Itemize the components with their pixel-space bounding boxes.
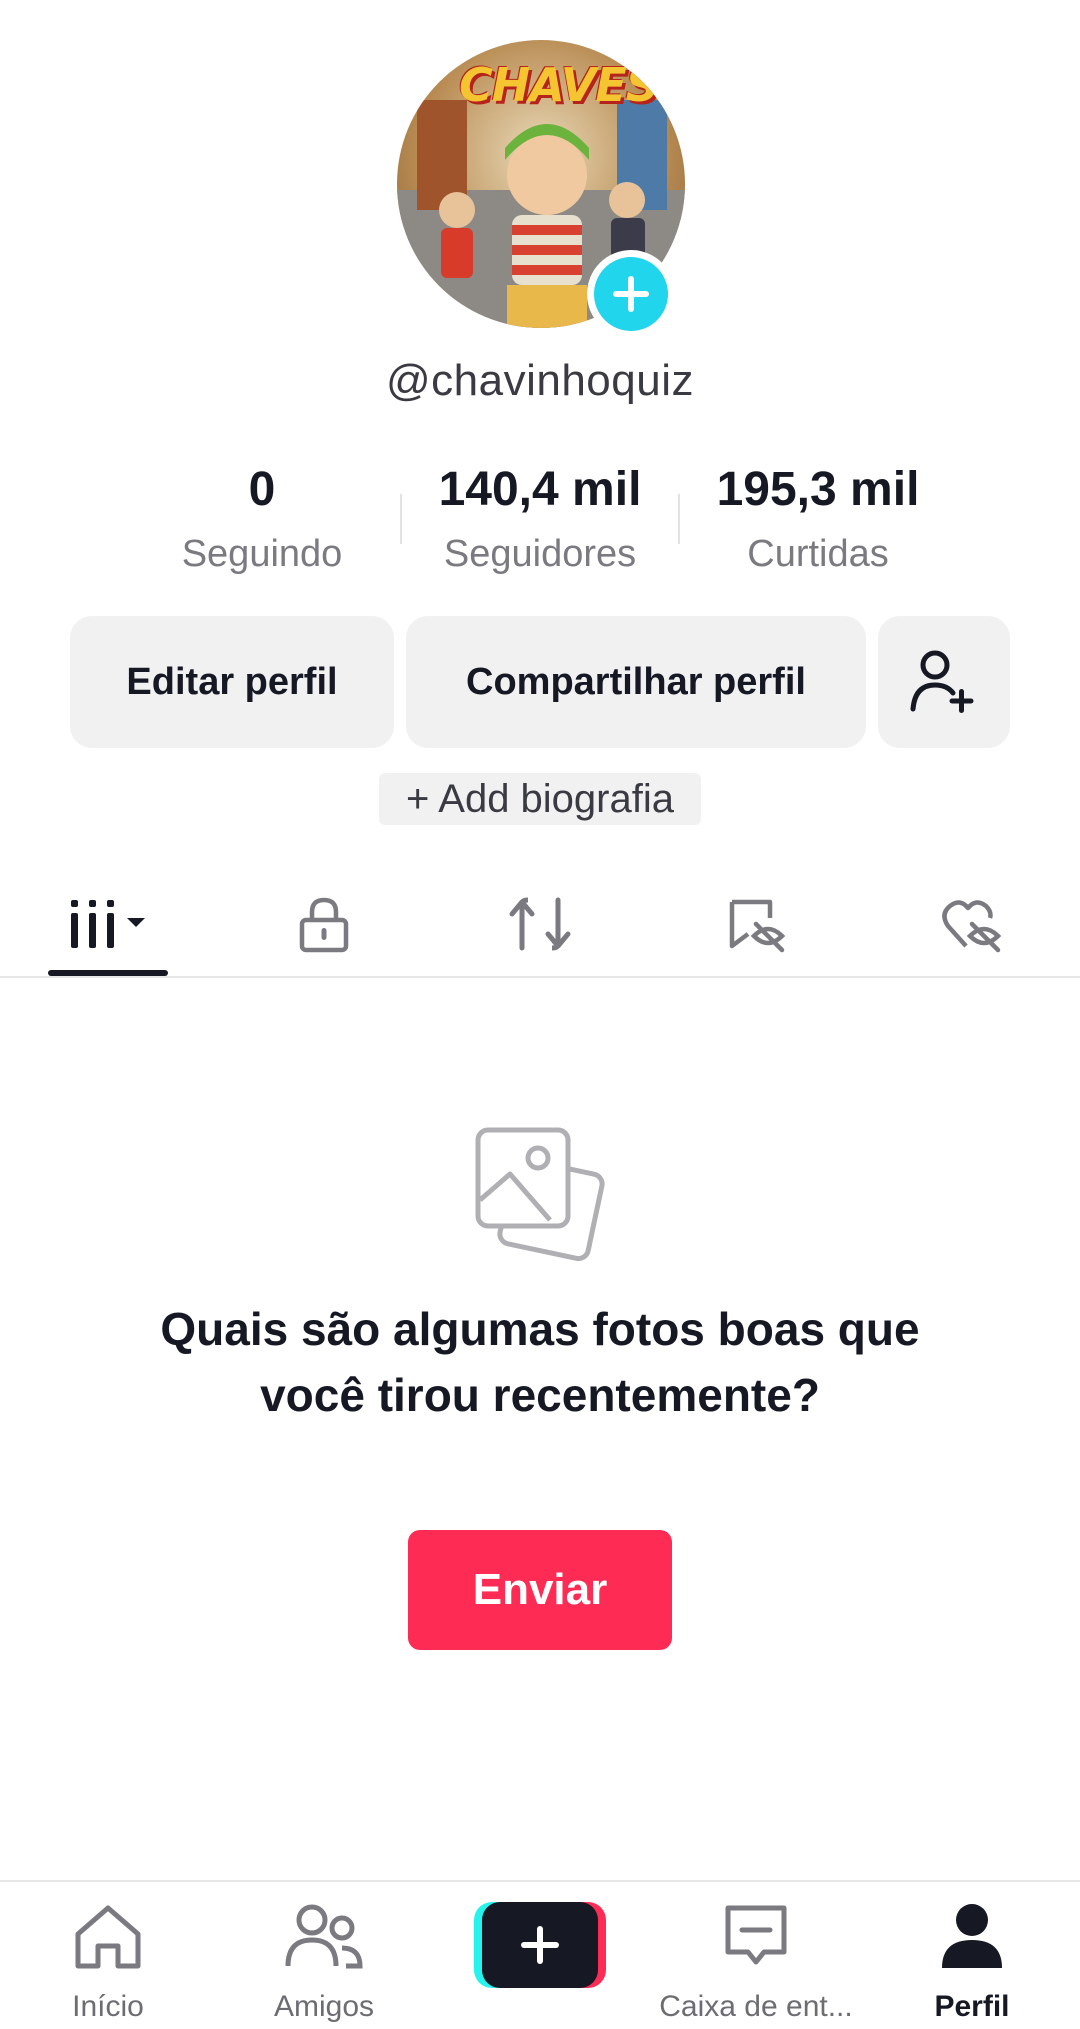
- friends-icon: [285, 1904, 363, 1969]
- stat-followers-value: 140,4 mil: [438, 463, 642, 516]
- profile-stats: 0 Seguindo 140,4 mil Seguidores 195,3 mi…: [0, 460, 1080, 590]
- bookmark-hidden-icon: [729, 899, 786, 953]
- chevron-down-icon: [127, 918, 145, 927]
- tab-liked[interactable]: [864, 870, 1080, 978]
- nav-inbox[interactable]: Caixa de ent...: [648, 1882, 864, 2029]
- nav-inbox-label: Caixa de ent...: [659, 1990, 853, 2023]
- tab-favorites[interactable]: [648, 870, 864, 978]
- nav-home[interactable]: Início: [0, 1882, 216, 2029]
- nav-profile[interactable]: Perfil: [864, 1882, 1080, 2029]
- avatar-logo: CHAVES: [459, 58, 659, 112]
- tab-reposts[interactable]: [432, 870, 648, 978]
- stat-following-value: 0: [248, 463, 276, 516]
- add-user-icon: [910, 650, 974, 713]
- plus-icon: [613, 276, 649, 312]
- profile-avatar-container: CHAVES: [397, 40, 685, 338]
- create-plus-icon: [521, 1926, 559, 1964]
- share-profile-button[interactable]: Compartilhar perfil: [406, 616, 866, 748]
- bottom-nav: Início Amigos Caixa de ent... Perfil: [0, 1880, 1080, 2029]
- stat-following[interactable]: 0 Seguindo: [132, 460, 392, 584]
- stat-followers-label: Seguidores: [443, 533, 637, 575]
- tabs-divider: [0, 976, 1080, 978]
- content-tabs: [0, 870, 1080, 978]
- tab-videos[interactable]: [0, 870, 216, 978]
- stat-followers[interactable]: 140,4 mil Seguidores: [410, 460, 670, 584]
- inbox-icon: [725, 1905, 787, 1965]
- empty-state-title: Quais são algumas fotos boas que você ti…: [160, 1303, 920, 1421]
- nav-friends-label: Amigos: [273, 1990, 375, 2023]
- add-bio-button[interactable]: + Add biografia: [379, 773, 701, 825]
- lock-icon: [299, 897, 349, 953]
- repost-icon: [509, 897, 571, 951]
- send-button[interactable]: Enviar: [408, 1530, 672, 1650]
- grid-icon: [71, 900, 145, 948]
- home-icon: [75, 1905, 141, 1969]
- add-friend-button[interactable]: [878, 616, 1010, 748]
- nav-profile-label: Perfil: [934, 1990, 1010, 2023]
- stat-likes[interactable]: 195,3 mil Curtidas: [688, 460, 948, 584]
- stat-divider: [678, 494, 680, 544]
- stat-likes-value: 195,3 mil: [716, 463, 920, 516]
- create-button[interactable]: [474, 1902, 606, 1988]
- stat-divider: [400, 494, 402, 544]
- profile-icon: [942, 1904, 1002, 1968]
- add-avatar-button[interactable]: [587, 250, 675, 338]
- username: @chavinhoquiz: [385, 356, 694, 405]
- nav-home-label: Início: [72, 1990, 144, 2023]
- heart-hidden-icon: [942, 900, 1002, 953]
- tab-private[interactable]: [216, 870, 432, 978]
- nav-friends[interactable]: Amigos: [216, 1882, 432, 2029]
- edit-profile-button[interactable]: Editar perfil: [70, 616, 394, 748]
- photos-icon: [475, 1127, 605, 1262]
- stat-likes-label: Curtidas: [747, 533, 889, 575]
- stat-following-label: Seguindo: [181, 533, 343, 575]
